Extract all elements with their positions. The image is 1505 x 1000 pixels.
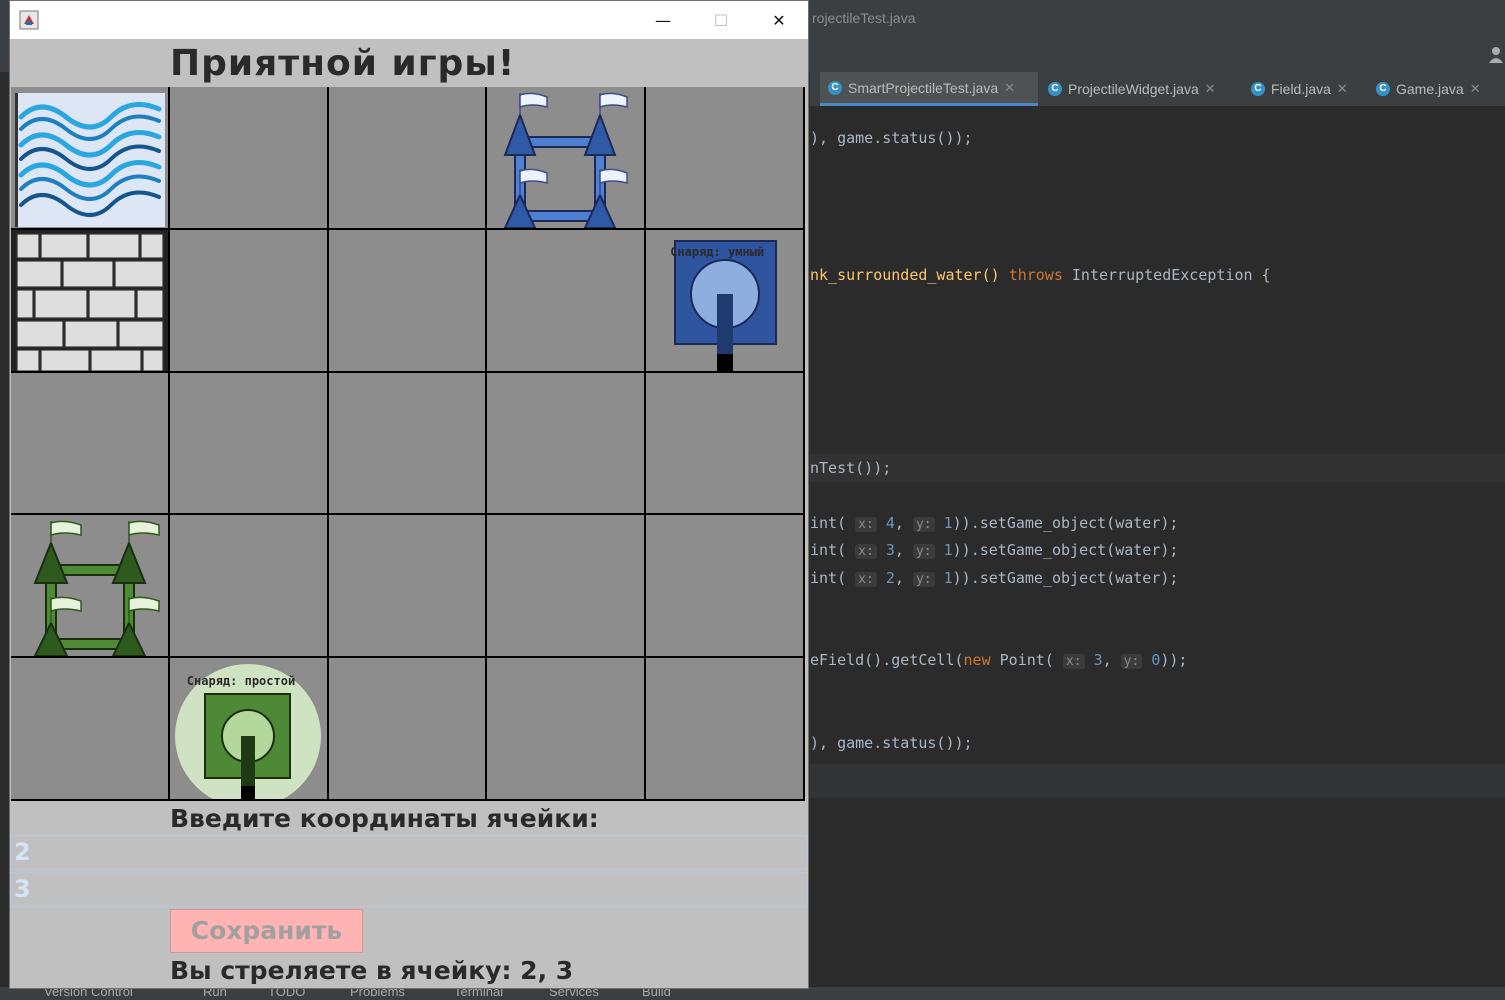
x-coordinate-input[interactable]: 2: [10, 835, 808, 870]
board-cell[interactable]: [487, 658, 645, 799]
tab-game[interactable]: C Game.java ✕: [1376, 72, 1501, 106]
tab-smart-projectile-test[interactable]: C SmartProjectileTest.java ✕: [820, 72, 1038, 106]
current-line-highlight: [810, 454, 1505, 482]
game-title: Приятной игры!: [170, 43, 516, 84]
tab-label: ProjectileWidget.java: [1068, 81, 1199, 97]
close-icon[interactable]: ✕: [1337, 81, 1348, 97]
code-line: nTest());: [810, 459, 892, 477]
board-cell[interactable]: [328, 658, 486, 799]
class-icon: C: [1251, 82, 1265, 96]
class-icon: C: [1048, 82, 1062, 96]
board-cell[interactable]: [328, 87, 486, 228]
game-window: — ☐ ✕ Приятной игры! Снаряд: умный Снаря…: [9, 0, 809, 989]
code-line: ), game.status());: [810, 734, 973, 752]
line-highlight: [810, 764, 1505, 798]
board-cell[interactable]: [487, 372, 645, 514]
board-cell[interactable]: [646, 372, 803, 514]
window-titlebar[interactable]: — ☐ ✕: [10, 1, 808, 39]
game-board[interactable]: Снаряд: умный Снаряд: простой: [11, 87, 805, 801]
code-line: int( x: 2, y: 1)).setGame_object(water);: [810, 569, 1179, 587]
board-cell[interactable]: [646, 87, 803, 228]
test-class-icon: C: [828, 80, 842, 95]
java-app-icon: [19, 10, 39, 30]
board-cell[interactable]: [11, 658, 168, 799]
green-tank-shell-label: Снаряд: простой: [186, 674, 296, 689]
code-line: eField().getCell(new Point( x: 3, y: 0))…: [810, 651, 1188, 669]
code-line: int( x: 3, y: 1)).setGame_object(water);: [810, 541, 1179, 559]
code-editor[interactable]: ), game.status()); nk_surrounded_water()…: [810, 107, 1505, 987]
close-button[interactable]: ✕: [750, 1, 808, 39]
ide-window-title: rojectileTest.java: [812, 10, 916, 26]
save-button[interactable]: Сохранить: [170, 909, 363, 953]
tab-label: SmartProjectileTest.java: [848, 79, 999, 96]
close-icon[interactable]: ✕: [1470, 81, 1481, 97]
board-cell-green-tank[interactable]: Снаряд: простой: [169, 658, 327, 800]
blue-tank-shell-label: Снаряд: умный: [670, 244, 765, 259]
board-cell[interactable]: [169, 515, 327, 657]
tab-label: Field.java: [1271, 81, 1331, 97]
water-icon: [15, 93, 165, 227]
board-cell-water[interactable]: [11, 87, 168, 228]
tab-field[interactable]: C Field.java ✕: [1251, 72, 1363, 106]
board-cell[interactable]: [487, 229, 645, 371]
board-cell[interactable]: [328, 372, 486, 514]
code-line: ), game.status());: [810, 129, 973, 147]
close-icon[interactable]: ✕: [1205, 81, 1216, 97]
board-cell-green-castle[interactable]: [11, 515, 168, 657]
editor-tabs: C SmartProjectileTest.java ✕ C Projectil…: [810, 72, 1505, 107]
y-coordinate-input[interactable]: 3: [10, 872, 808, 907]
user-icon[interactable]: [1487, 44, 1505, 66]
board-cell[interactable]: [328, 229, 486, 371]
board-cell-brick-wall[interactable]: [11, 229, 168, 371]
close-icon[interactable]: ✕: [1004, 80, 1015, 96]
class-icon: C: [1376, 82, 1390, 96]
board-cell[interactable]: [169, 229, 327, 371]
board-cell[interactable]: [169, 87, 327, 228]
blue-castle-icon: [503, 92, 629, 228]
board-cell[interactable]: [646, 515, 803, 657]
target-status: Вы стреляете в ячейку: 2, 3: [170, 956, 574, 985]
code-line: int( x: 4, y: 1)).setGame_object(water);: [810, 514, 1179, 532]
tab-label: Game.java: [1396, 81, 1464, 97]
tab-projectile-widget[interactable]: C ProjectileWidget.java ✕: [1048, 72, 1238, 106]
brick-wall-icon: [11, 229, 168, 371]
code-line: nk_surrounded_water() throws Interrupted…: [810, 266, 1271, 284]
board-cell[interactable]: [646, 658, 803, 799]
board-cell[interactable]: [169, 372, 327, 514]
board-cell[interactable]: [487, 515, 645, 657]
board-cell-blue-castle[interactable]: [487, 87, 645, 228]
board-cell[interactable]: [11, 372, 168, 514]
board-cell[interactable]: [328, 515, 486, 657]
board-cell-blue-tank[interactable]: Снаряд: умный: [646, 229, 803, 371]
maximize-button[interactable]: ☐: [692, 1, 750, 39]
coordinates-prompt: Введите координаты ячейки:: [170, 804, 599, 833]
green-castle-icon: [33, 521, 160, 657]
minimize-button[interactable]: —: [634, 1, 692, 39]
